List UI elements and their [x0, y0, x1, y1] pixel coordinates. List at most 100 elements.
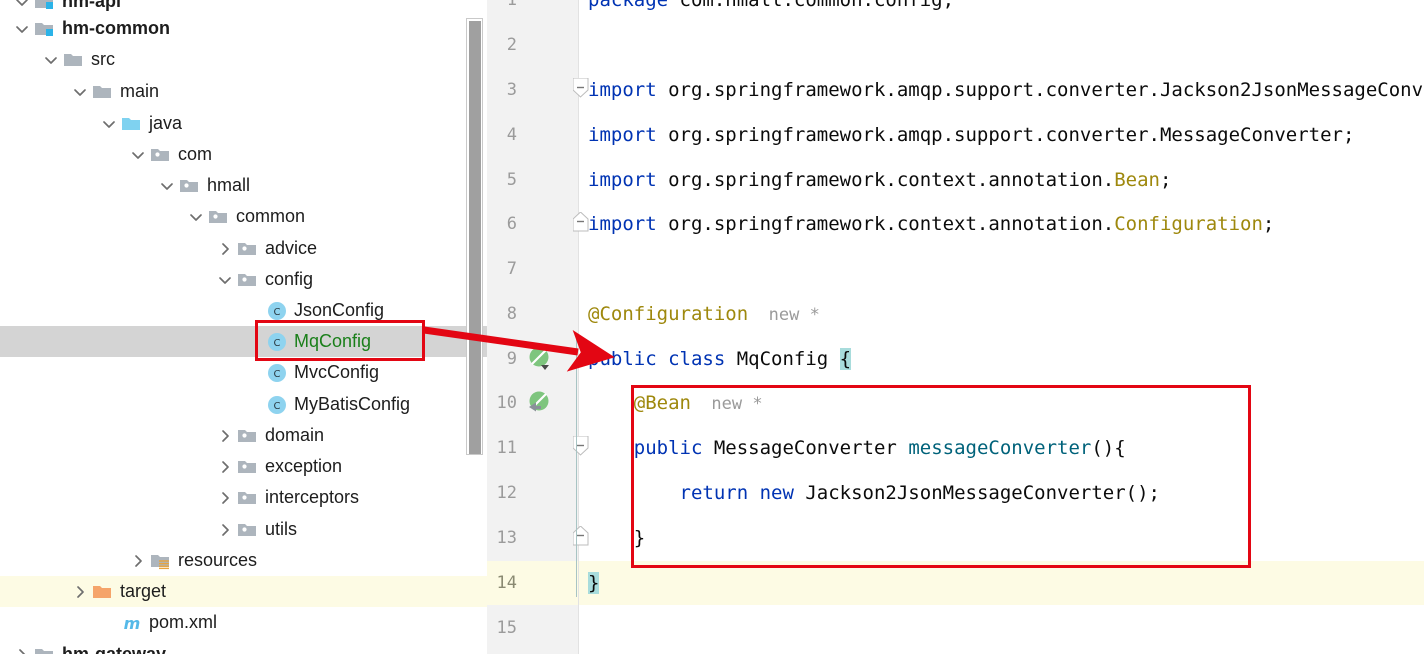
tree-item-hmall[interactable]: hmall: [0, 170, 487, 201]
code-line[interactable]: }: [588, 572, 600, 594]
code-token: }: [588, 572, 600, 594]
chevron-down-icon[interactable]: [157, 176, 177, 196]
line-number[interactable]: 1: [477, 0, 517, 11]
tree-item-mqconfig[interactable]: C MqConfig: [0, 326, 487, 357]
chevron-right-icon[interactable]: [215, 426, 235, 446]
line-number[interactable]: 3: [477, 79, 517, 101]
line-number[interactable]: 7: [477, 258, 517, 280]
chevron-right-icon[interactable]: [215, 239, 235, 259]
chevron-right-icon[interactable]: [70, 582, 90, 602]
line-number[interactable]: 11: [477, 437, 517, 459]
code-line[interactable]: @Configuration new *: [588, 303, 820, 326]
code-line[interactable]: public class MqConfig {: [588, 348, 852, 370]
tree-item-label: main: [120, 81, 160, 101]
line-number[interactable]: 2: [477, 34, 517, 56]
code-line[interactable]: import org.springframework.amqp.support.…: [588, 79, 1424, 101]
tree-item-config[interactable]: config: [0, 264, 487, 295]
line-number[interactable]: 8: [477, 303, 517, 325]
code-token: import: [588, 213, 669, 235]
code-line[interactable]: import org.springframework.context.annot…: [588, 169, 1171, 191]
svg-text:C: C: [274, 369, 281, 380]
chevron-down-icon[interactable]: [186, 207, 206, 227]
tree-item-label: common: [236, 206, 306, 226]
tree-item-exception[interactable]: exception: [0, 451, 487, 482]
code-line[interactable]: }: [588, 527, 645, 549]
code-token: Jackson2JsonMessageConverter();: [805, 482, 1160, 504]
module-folder-icon: [32, 644, 58, 654]
tree-item-pom-xml[interactable]: m pom.xml: [0, 607, 487, 638]
line-number[interactable]: 5: [477, 169, 517, 191]
current-line-highlight: [579, 561, 1424, 605]
green-implementing-icon[interactable]: [527, 389, 553, 415]
java-class-icon: C: [264, 300, 290, 322]
code-token: org.springframework.amqp.support.convert…: [668, 79, 1424, 101]
tree-item-label: hm-api: [62, 0, 122, 11]
code-token: import: [588, 79, 669, 101]
code-token: new: [759, 482, 806, 504]
chevron-down-icon[interactable]: [99, 114, 119, 134]
tree-item-resources[interactable]: resources: [0, 545, 487, 576]
tree-item-hm-gateway[interactable]: hm-gateway: [0, 639, 487, 654]
chevron-right-icon[interactable]: [128, 551, 148, 571]
code-line[interactable]: package com.hmall.common.config;: [588, 0, 954, 11]
editor-gutter[interactable]: 1 2 3 4 5 6 7 8 9 10 11 12 13 14 15: [487, 0, 579, 654]
chevron-down-icon[interactable]: [41, 50, 61, 70]
tree-item-jsonconfig[interactable]: C JsonConfig: [0, 295, 487, 326]
module-folder-icon: [32, 18, 58, 40]
line-number[interactable]: 6: [477, 213, 517, 235]
line-number[interactable]: 4: [477, 124, 517, 146]
code-token: class: [668, 348, 737, 370]
tree-item-domain[interactable]: domain: [0, 420, 487, 451]
code-token: org.springframework.context.annotation.: [668, 213, 1115, 235]
chevron-down-icon[interactable]: [128, 145, 148, 165]
tree-item-common[interactable]: common: [0, 201, 487, 232]
tree-item-label: pom.xml: [149, 612, 218, 632]
code-token: @Bean: [588, 392, 691, 414]
tree-item-label: interceptors: [265, 487, 360, 507]
green-overridden-icon[interactable]: [527, 345, 553, 371]
project-tool-window[interactable]: hm-api hm-common src main java com hmall common…: [0, 0, 487, 654]
line-number[interactable]: 9: [477, 348, 517, 370]
tree-item-target[interactable]: target: [0, 576, 487, 607]
line-number[interactable]: 14: [477, 572, 517, 594]
package-icon: [235, 269, 261, 291]
chevron-down-icon[interactable]: [215, 270, 235, 290]
tree-item-hm-common[interactable]: hm-common: [0, 13, 487, 44]
chevron-down-icon[interactable]: [12, 0, 32, 12]
code-line[interactable]: import org.springframework.amqp.support.…: [588, 124, 1354, 146]
code-token: org.springframework.amqp.support.convert…: [668, 124, 1355, 146]
tree-item-advice[interactable]: advice: [0, 233, 487, 264]
tree-item-java[interactable]: java: [0, 108, 487, 139]
code-token: messageConverter: [908, 437, 1092, 459]
line-number[interactable]: 12: [477, 482, 517, 504]
tree-item-main[interactable]: main: [0, 76, 487, 107]
code-line[interactable]: import org.springframework.context.annot…: [588, 213, 1274, 235]
resources-root-icon: [148, 550, 174, 572]
tree-item-mvcconfig[interactable]: C MvcConfig: [0, 357, 487, 388]
code-line[interactable]: @Bean new *: [588, 392, 763, 415]
chevron-right-icon[interactable]: [215, 520, 235, 540]
svg-text:C: C: [274, 401, 281, 412]
tree-item-com[interactable]: com: [0, 139, 487, 170]
chevron-down-icon[interactable]: [70, 82, 90, 102]
line-number[interactable]: 10: [477, 392, 517, 414]
line-number[interactable]: 15: [477, 617, 517, 639]
code-line[interactable]: return new Jackson2JsonMessageConverter(…: [588, 482, 1160, 504]
chevron-right-icon[interactable]: [215, 488, 235, 508]
code-token: package: [588, 0, 680, 11]
tree-item-interceptors[interactable]: interceptors: [0, 482, 487, 513]
tree-item-utils[interactable]: utils: [0, 514, 487, 545]
line-number[interactable]: 13: [477, 527, 517, 549]
chevron-down-icon[interactable]: [12, 19, 32, 39]
tree-item-src[interactable]: src: [0, 44, 487, 75]
tree-item-label: domain: [265, 425, 325, 445]
tree-item-mybatisconfig[interactable]: C MyBatisConfig: [0, 389, 487, 420]
chevron-right-icon[interactable]: [12, 645, 32, 654]
tree-item-label: target: [120, 581, 167, 601]
code-text-area[interactable]: package com.hmall.common.config; import o…: [579, 0, 1424, 654]
code-line[interactable]: public MessageConverter messageConverter…: [588, 437, 1126, 459]
chevron-right-icon[interactable]: [215, 457, 235, 477]
code-editor[interactable]: 1 2 3 4 5 6 7 8 9 10 11 12 13 14 15 package com.hmall.…: [487, 0, 1424, 654]
tree-item-label: hm-gateway: [62, 644, 167, 654]
